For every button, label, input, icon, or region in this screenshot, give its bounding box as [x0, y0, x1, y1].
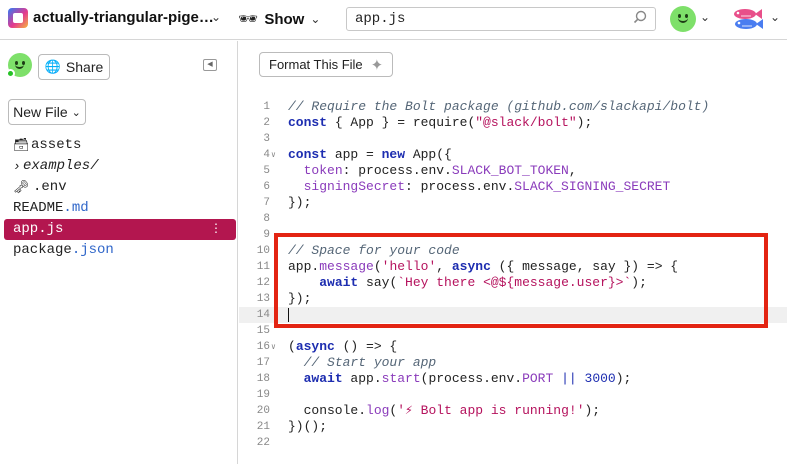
- new-file-button[interactable]: New File ⌄: [8, 99, 86, 125]
- chevron-down-icon[interactable]: ⌄: [700, 10, 710, 24]
- file-name: assets: [31, 137, 82, 153]
- chevron-down-icon: ⌄: [310, 12, 321, 26]
- line-number: 7: [263, 197, 270, 209]
- chevron-down-icon[interactable]: ⌄: [770, 10, 780, 24]
- code-line[interactable]: 20 console.log('⚡ Bolt app is running!')…: [239, 403, 787, 419]
- code-text: token: process.env.SLACK_BOT_TOKEN,: [303, 163, 577, 178]
- search-input[interactable]: app.js: [346, 7, 656, 31]
- line-number: 21: [256, 421, 270, 433]
- file-name: app: [13, 221, 39, 237]
- file-item-assets[interactable]: 🗃 assets: [0, 135, 238, 156]
- code-text: // Start your app: [303, 355, 437, 370]
- code-line[interactable]: 17 // Start your app: [239, 355, 787, 371]
- code-line[interactable]: 2 const { App } = require("@slack/bolt");: [239, 115, 787, 131]
- file-item-readme[interactable]: README .md: [0, 198, 238, 219]
- code-text: const app = new App({: [288, 147, 452, 162]
- highlight-annotation-box: [274, 233, 768, 328]
- glasses-icon: 🕶: [238, 11, 259, 28]
- code-line[interactable]: 5 token: process.env.SLACK_BOT_TOKEN,: [239, 163, 787, 179]
- code-line[interactable]: 16 ∨ (async () => {: [239, 339, 787, 355]
- line-number: 17: [256, 357, 270, 369]
- code-line[interactable]: 19: [239, 387, 787, 403]
- share-label: Share: [65, 59, 104, 75]
- collapse-sidebar-icon[interactable]: ◀: [203, 59, 217, 71]
- code-text: });: [288, 195, 312, 210]
- file-tree: 🗃 assets › examples/ 🗝 .env README .md ap…: [0, 135, 238, 261]
- search-icon[interactable]: [633, 10, 647, 24]
- globe-icon: 🌐: [44, 59, 61, 74]
- line-number: 10: [256, 245, 270, 257]
- line-number: 15: [256, 325, 270, 337]
- folder-item-examples[interactable]: › examples/: [0, 156, 238, 177]
- share-button[interactable]: 🌐 Share: [38, 54, 110, 80]
- file-name: examples/: [23, 158, 99, 174]
- file-extension: .md: [63, 200, 89, 216]
- line-number: 13: [256, 293, 270, 305]
- chevron-right-icon: ›: [13, 159, 21, 174]
- code-text: await app.start(process.env.PORT || 3000…: [303, 371, 632, 386]
- new-file-label: New File: [13, 104, 68, 120]
- show-button[interactable]: 🕶 Show ⌄: [238, 7, 320, 31]
- file-item-env[interactable]: 🗝 .env: [0, 177, 238, 198]
- format-file-label: Format This File: [269, 57, 363, 72]
- line-number: 6: [263, 181, 270, 193]
- show-label: Show: [264, 10, 305, 28]
- code-line[interactable]: 4 ∨ const app = new App({: [239, 147, 787, 163]
- file-item-app-js[interactable]: app .js ⋮: [4, 219, 236, 240]
- online-status-icon: [6, 69, 15, 78]
- code-text: })();: [288, 419, 328, 434]
- code-line[interactable]: 6 signingSecret: process.env.SLACK_SIGNI…: [239, 179, 787, 195]
- code-line[interactable]: 8: [239, 211, 787, 227]
- sparkle-icon: ✦: [370, 56, 384, 74]
- line-number: 11: [256, 261, 270, 273]
- code-line[interactable]: 18 await app.start(process.env.PORT || 3…: [239, 371, 787, 387]
- code-text: const { App } = require("@slack/bolt");: [288, 115, 593, 130]
- app-logo-icon[interactable]: [8, 8, 28, 28]
- format-file-button[interactable]: Format This File ✦: [259, 52, 393, 77]
- fold-chevron-icon[interactable]: ∨: [271, 148, 276, 164]
- line-number: 19: [256, 389, 270, 401]
- collaborator-avatar[interactable]: [6, 53, 32, 78]
- file-name: package: [13, 242, 72, 258]
- file-name: README: [13, 200, 64, 216]
- line-number: 12: [256, 277, 270, 289]
- file-item-package-json[interactable]: package .json: [0, 240, 238, 261]
- file-sidebar: 🌐 Share ◀ New File ⌄ 🗃 assets › examples…: [0, 41, 238, 464]
- user-avatar[interactable]: [670, 6, 696, 32]
- code-line[interactable]: 7});: [239, 195, 787, 211]
- line-number: 3: [263, 133, 270, 145]
- code-text: // Require the Bolt package (github.com/…: [288, 99, 710, 114]
- project-name[interactable]: actually-triangular-pige…: [33, 9, 214, 26]
- code-text: (async () => {: [288, 339, 398, 354]
- top-bar: actually-triangular-pige… ⌄ 🕶 Show ⌄ app…: [0, 0, 787, 40]
- key-icon: 🗝: [13, 180, 30, 195]
- line-number: 20: [256, 405, 270, 417]
- line-number: 18: [256, 373, 270, 385]
- code-editor[interactable]: Format This File ✦ 1 // Require the Bolt …: [239, 41, 787, 464]
- chevron-down-icon[interactable]: ⌄: [211, 10, 221, 24]
- code-line[interactable]: 22: [239, 435, 787, 451]
- box-icon: 🗃: [13, 138, 30, 153]
- line-number: 1: [263, 101, 270, 113]
- file-name: .env: [33, 179, 67, 195]
- line-number: 4: [263, 149, 270, 161]
- code-text: console.log('⚡ Bolt app is running!');: [288, 403, 601, 418]
- line-number: 2: [263, 117, 270, 129]
- line-number: 14: [256, 309, 270, 321]
- code-line[interactable]: 1 // Require the Bolt package (github.com…: [239, 99, 787, 115]
- fold-chevron-icon[interactable]: ∨: [271, 340, 276, 356]
- more-options-icon[interactable]: ⋮: [210, 219, 222, 240]
- file-extension: .json: [71, 242, 114, 258]
- line-number: 9: [263, 229, 270, 241]
- chevron-down-icon: ⌄: [71, 106, 81, 119]
- code-line[interactable]: 3: [239, 131, 787, 147]
- file-extension: .js: [38, 221, 64, 237]
- line-number: 8: [263, 213, 270, 225]
- line-number: 22: [256, 437, 270, 449]
- code-line[interactable]: 21 })();: [239, 419, 787, 435]
- code-text: signingSecret: process.env.SLACK_SIGNING…: [303, 179, 671, 194]
- line-number: 16: [256, 341, 270, 353]
- fish-logo-icon[interactable]: [729, 6, 765, 32]
- line-number: 5: [263, 165, 270, 177]
